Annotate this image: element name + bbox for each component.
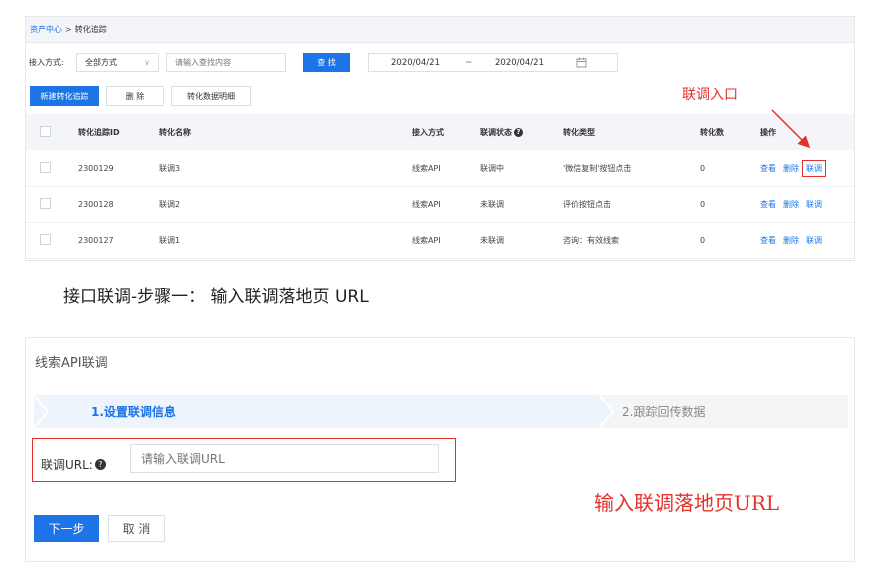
conversion-detail-button[interactable]: 转化数据明细 <box>171 86 251 106</box>
url-label: 联调URL:? <box>41 456 106 473</box>
delete-button[interactable]: 删 除 <box>106 86 164 106</box>
table-row: 2300127 联调1 线索API 未联调 咨询：有效线索 0 查看 删除 联调 <box>26 222 854 259</box>
row-ops: 查看 删除 联调 <box>760 222 829 258</box>
row-name: 联调3 <box>159 163 181 173</box>
annotation-debug-entry: 联调入口 <box>682 87 738 103</box>
row-checkbox[interactable] <box>40 234 51 245</box>
debug-link[interactable]: 联调 <box>806 199 822 210</box>
step2-label[interactable]: 2.跟踪回传数据 <box>622 403 705 420</box>
panel-title: 线索API联调 <box>35 356 108 371</box>
calendar-icon[interactable] <box>576 57 587 71</box>
debug-link[interactable]: 联调 <box>806 235 822 246</box>
header-ops: 操作 <box>760 127 776 137</box>
row-status: 联调中 <box>480 163 504 173</box>
row-type: 评价按钮点击 <box>563 199 611 209</box>
row-checkbox[interactable] <box>40 162 51 173</box>
breadcrumb: 资产中心 > 转化追踪 <box>26 17 854 43</box>
row-type: '微信复制'按钮点击 <box>563 163 632 173</box>
header-status: 联调状态? <box>480 114 523 150</box>
row-id: 2300129 <box>78 163 114 173</box>
search-input[interactable] <box>166 53 286 72</box>
header-name: 转化名称 <box>159 127 191 137</box>
breadcrumb-separator: > <box>65 25 72 34</box>
search-button[interactable]: 查 找 <box>303 53 350 72</box>
header-type: 转化类型 <box>563 127 595 137</box>
table-header: 转化追踪ID 转化名称 接入方式 联调状态? 转化类型 转化数 操作 <box>26 114 854 150</box>
breadcrumb-root[interactable]: 资产中心 <box>30 24 62 35</box>
delete-link[interactable]: 删除 <box>783 199 799 210</box>
row-access: 线索API <box>412 199 441 209</box>
view-link[interactable]: 查看 <box>760 235 776 246</box>
row-access: 线索API <box>412 235 441 245</box>
date-separator: ~ <box>465 57 473 68</box>
date-end: 2020/04/21 <box>495 57 544 68</box>
delete-link[interactable]: 删除 <box>783 163 799 174</box>
annotation-enter-url: 输入联调落地页URL <box>594 491 780 515</box>
view-link[interactable]: 查看 <box>760 199 776 210</box>
row-status: 未联调 <box>480 199 504 209</box>
access-select[interactable]: 全部方式 ∨ <box>76 53 159 72</box>
row-checkbox[interactable] <box>40 198 51 209</box>
row-access: 线索API <box>412 163 441 173</box>
api-debug-panel: 线索API联调 1.设置联调信息 2.跟踪回传数据 联调URL:? 下一步 取 … <box>25 337 855 562</box>
table-row: 2300128 联调2 线索API 未联调 评价按钮点击 0 查看 删除 联调 <box>26 186 854 223</box>
table-row: 2300129 联调3 线索API 联调中 '微信复制'按钮点击 0 查看 删除… <box>26 150 854 187</box>
row-id: 2300128 <box>78 199 114 209</box>
row-count: 0 <box>700 199 706 209</box>
next-step-button[interactable]: 下一步 <box>34 515 99 542</box>
step1-label[interactable]: 1.设置联调信息 <box>91 403 176 420</box>
access-label-text: 接入方式: <box>29 58 64 67</box>
debug-url-input[interactable] <box>130 444 439 473</box>
view-link[interactable]: 查看 <box>760 163 776 174</box>
header-status-text: 联调状态 <box>480 127 512 137</box>
row-type: 咨询：有效线索 <box>563 235 619 245</box>
breadcrumb-current: 转化追踪 <box>74 25 107 34</box>
debug-link[interactable]: 联调 <box>802 159 826 177</box>
row-name: 联调2 <box>159 199 181 209</box>
help-icon[interactable]: ? <box>514 127 523 137</box>
chevron-down-icon: ∨ <box>144 58 150 67</box>
row-count: 0 <box>700 235 706 245</box>
help-icon[interactable]: ? <box>94 459 106 470</box>
access-label: 接入方式: <box>29 57 64 68</box>
row-count: 0 <box>700 163 706 173</box>
header-count: 转化数 <box>700 127 724 137</box>
step-heading: 接口联调-步骤一： 输入联调落地页 URL <box>63 287 369 307</box>
steps-bar: 1.设置联调信息 2.跟踪回传数据 <box>34 395 848 428</box>
row-status: 未联调 <box>480 235 504 245</box>
select-all-checkbox[interactable] <box>40 126 51 137</box>
row-ops: 查看 删除 联调 <box>760 186 829 222</box>
access-select-value: 全部方式 <box>85 58 117 67</box>
header-access: 接入方式 <box>412 127 444 137</box>
cancel-button[interactable]: 取 消 <box>108 515 165 542</box>
delete-link[interactable]: 删除 <box>783 235 799 246</box>
date-range-picker[interactable]: 2020/04/21 ~ 2020/04/21 <box>368 53 618 72</box>
url-label-text: 联调URL: <box>41 458 93 472</box>
row-id: 2300127 <box>78 235 114 245</box>
row-ops: 查看 删除 联调 <box>760 150 833 186</box>
header-id: 转化追踪ID <box>78 127 120 137</box>
new-tracking-button[interactable]: 新建转化追踪 <box>30 86 99 106</box>
row-name: 联调1 <box>159 235 181 245</box>
date-start: 2020/04/21 <box>391 57 440 68</box>
